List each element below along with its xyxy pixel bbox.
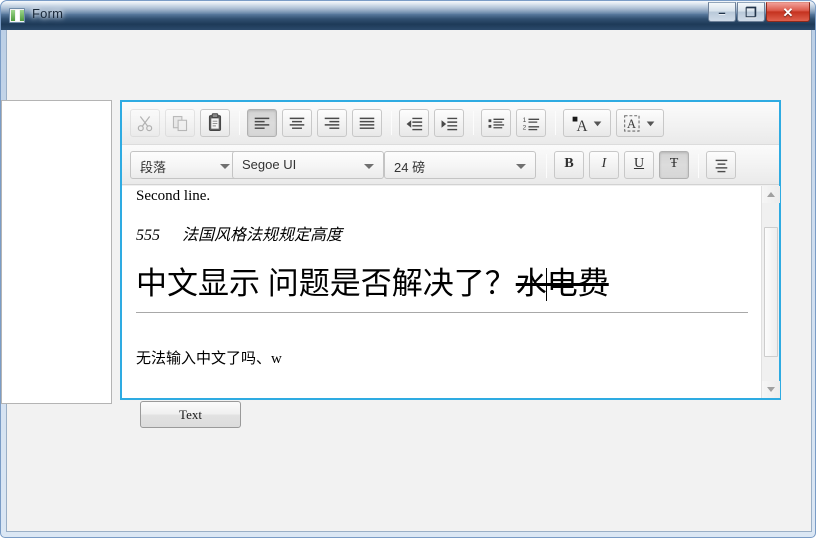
decrease-indent-button[interactable] [399, 109, 429, 137]
rich-text-editor[interactable]: 1 2 A A 段落 Segoe UI 24 磅 B I U Ŧ Second … [120, 100, 781, 400]
font-size-value: 24 磅 [394, 160, 426, 175]
italic-label: I [601, 156, 607, 171]
vertical-scrollbar[interactable] [761, 186, 780, 398]
scroll-down-button[interactable] [762, 381, 780, 398]
toolbar-separator-4 [555, 111, 556, 135]
clipboard-paste-icon [208, 113, 222, 131]
toolbar-separator-1 [239, 111, 240, 135]
svg-text:A: A [627, 117, 636, 131]
svg-text:2: 2 [523, 125, 527, 132]
align-left-icon [254, 117, 270, 129]
bullet-list-icon [488, 118, 505, 129]
toolbar-separator-2 [391, 111, 392, 135]
align-right-button[interactable] [317, 109, 347, 137]
align-left-button[interactable] [247, 109, 277, 137]
close-icon: ✕ [782, 5, 794, 20]
align-justify-icon [359, 117, 375, 129]
bold-label: B [564, 156, 574, 171]
align-right-icon [324, 117, 340, 129]
cut-button[interactable] [130, 109, 160, 137]
toolbar-separator-6 [698, 154, 699, 178]
align-center-icon [289, 117, 305, 129]
document-line-3-struck-b: 电费 [546, 266, 609, 301]
chevron-down-icon [516, 164, 526, 169]
line-spacing-icon [715, 159, 728, 173]
copy-icon [172, 115, 188, 132]
font-color-button[interactable]: A [563, 109, 611, 137]
document-line-4: 无法输入中文了吗、w [136, 347, 747, 368]
decrease-indent-icon [406, 117, 423, 131]
document-line-3-plain: 中文显示 问题是否解决了？ [136, 266, 516, 301]
line-spacing-button[interactable] [706, 151, 736, 179]
document-line-1: Second line. [136, 188, 211, 204]
svg-text:1: 1 [523, 117, 527, 124]
paste-button[interactable] [200, 109, 230, 137]
text-highlight-icon: A [624, 115, 655, 132]
paragraph-style-combo[interactable]: 段落 [130, 151, 240, 179]
numbered-list-button[interactable]: 1 2 [516, 109, 546, 137]
text-button-label: Text [179, 407, 202, 422]
form-window-icon [9, 8, 25, 23]
scissors-icon [137, 116, 153, 132]
form-icon-bar-right [20, 10, 24, 21]
font-family-value: Segoe UI [242, 157, 297, 172]
chevron-up-icon [767, 192, 775, 197]
maximize-icon: ❐ [745, 5, 757, 20]
document-line-4-text: 无法输入中文了吗、 [136, 350, 272, 368]
bullet-list-button[interactable] [481, 109, 511, 137]
scroll-up-button[interactable] [762, 186, 780, 203]
minimize-button[interactable]: – [708, 2, 736, 22]
minimize-icon: – [718, 5, 726, 20]
text-highlight-button[interactable]: A [616, 109, 664, 137]
chevron-down-icon [767, 387, 775, 392]
increase-indent-icon [441, 117, 458, 131]
strikethrough-button[interactable]: Ŧ [659, 151, 689, 179]
chevron-down-icon [364, 164, 374, 169]
scrollbar-thumb[interactable] [764, 227, 778, 357]
maximize-button[interactable]: ❐ [737, 2, 765, 22]
font-color-icon: A [572, 116, 602, 135]
editor-toolbar-row-1: 1 2 A A [122, 102, 779, 145]
application-window: Form – ❐ ✕ 1 2 A A 段落 Segoe UI 24 磅 B I … [0, 0, 816, 538]
title-bar[interactable]: Form – ❐ ✕ [1, 1, 815, 30]
copy-button[interactable] [165, 109, 195, 137]
numbered-list-icon: 1 2 [523, 117, 540, 132]
form-icon-bar-middle [16, 10, 19, 21]
svg-text:A: A [576, 118, 587, 135]
font-size-combo[interactable]: 24 磅 [384, 151, 536, 179]
italic-button[interactable]: I [589, 151, 619, 179]
toolbar-separator-3 [473, 111, 474, 135]
strikethrough-label: Ŧ [669, 156, 679, 171]
window-title: Form [32, 6, 64, 21]
empty-white-panel[interactable] [1, 100, 112, 404]
document-line-2-text: 法国风格法规规定高度 [182, 227, 343, 244]
align-center-button[interactable] [282, 109, 312, 137]
title-bar-gloss [1, 1, 815, 14]
align-justify-button[interactable] [352, 109, 382, 137]
document-line-3: 中文显示 问题是否解决了？水电费 [136, 266, 747, 301]
client-area: 1 2 A A 段落 Segoe UI 24 磅 B I U Ŧ Second … [1, 30, 812, 532]
document-line-2-number: 555 [136, 227, 160, 244]
paragraph-style-value: 段落 [140, 160, 167, 175]
text-button[interactable]: Text [140, 401, 241, 428]
underline-button[interactable]: U [624, 151, 654, 179]
font-family-combo[interactable]: Segoe UI [232, 151, 384, 179]
document-line-2: 555 法国风格法规规定高度 [136, 221, 747, 245]
horizontal-rule [136, 312, 748, 313]
chevron-down-icon [220, 164, 230, 169]
document-edit-surface[interactable]: Second line. 555 法国风格法规规定高度 中文显示 问题是否解决了… [122, 186, 779, 398]
document-content[interactable]: Second line. 555 法国风格法规规定高度 中文显示 问题是否解决了… [122, 186, 761, 398]
toolbar-separator-5 [546, 154, 547, 178]
underline-label: U [633, 156, 645, 171]
document-line-4-tail: w [271, 351, 282, 368]
form-icon-bar-left [11, 10, 15, 21]
close-button[interactable]: ✕ [766, 2, 810, 22]
editor-toolbar-row-2: 段落 Segoe UI 24 磅 B I U Ŧ [122, 145, 779, 185]
bold-button[interactable]: B [554, 151, 584, 179]
increase-indent-button[interactable] [434, 109, 464, 137]
document-line-3-struck-a: 水 [515, 266, 547, 301]
